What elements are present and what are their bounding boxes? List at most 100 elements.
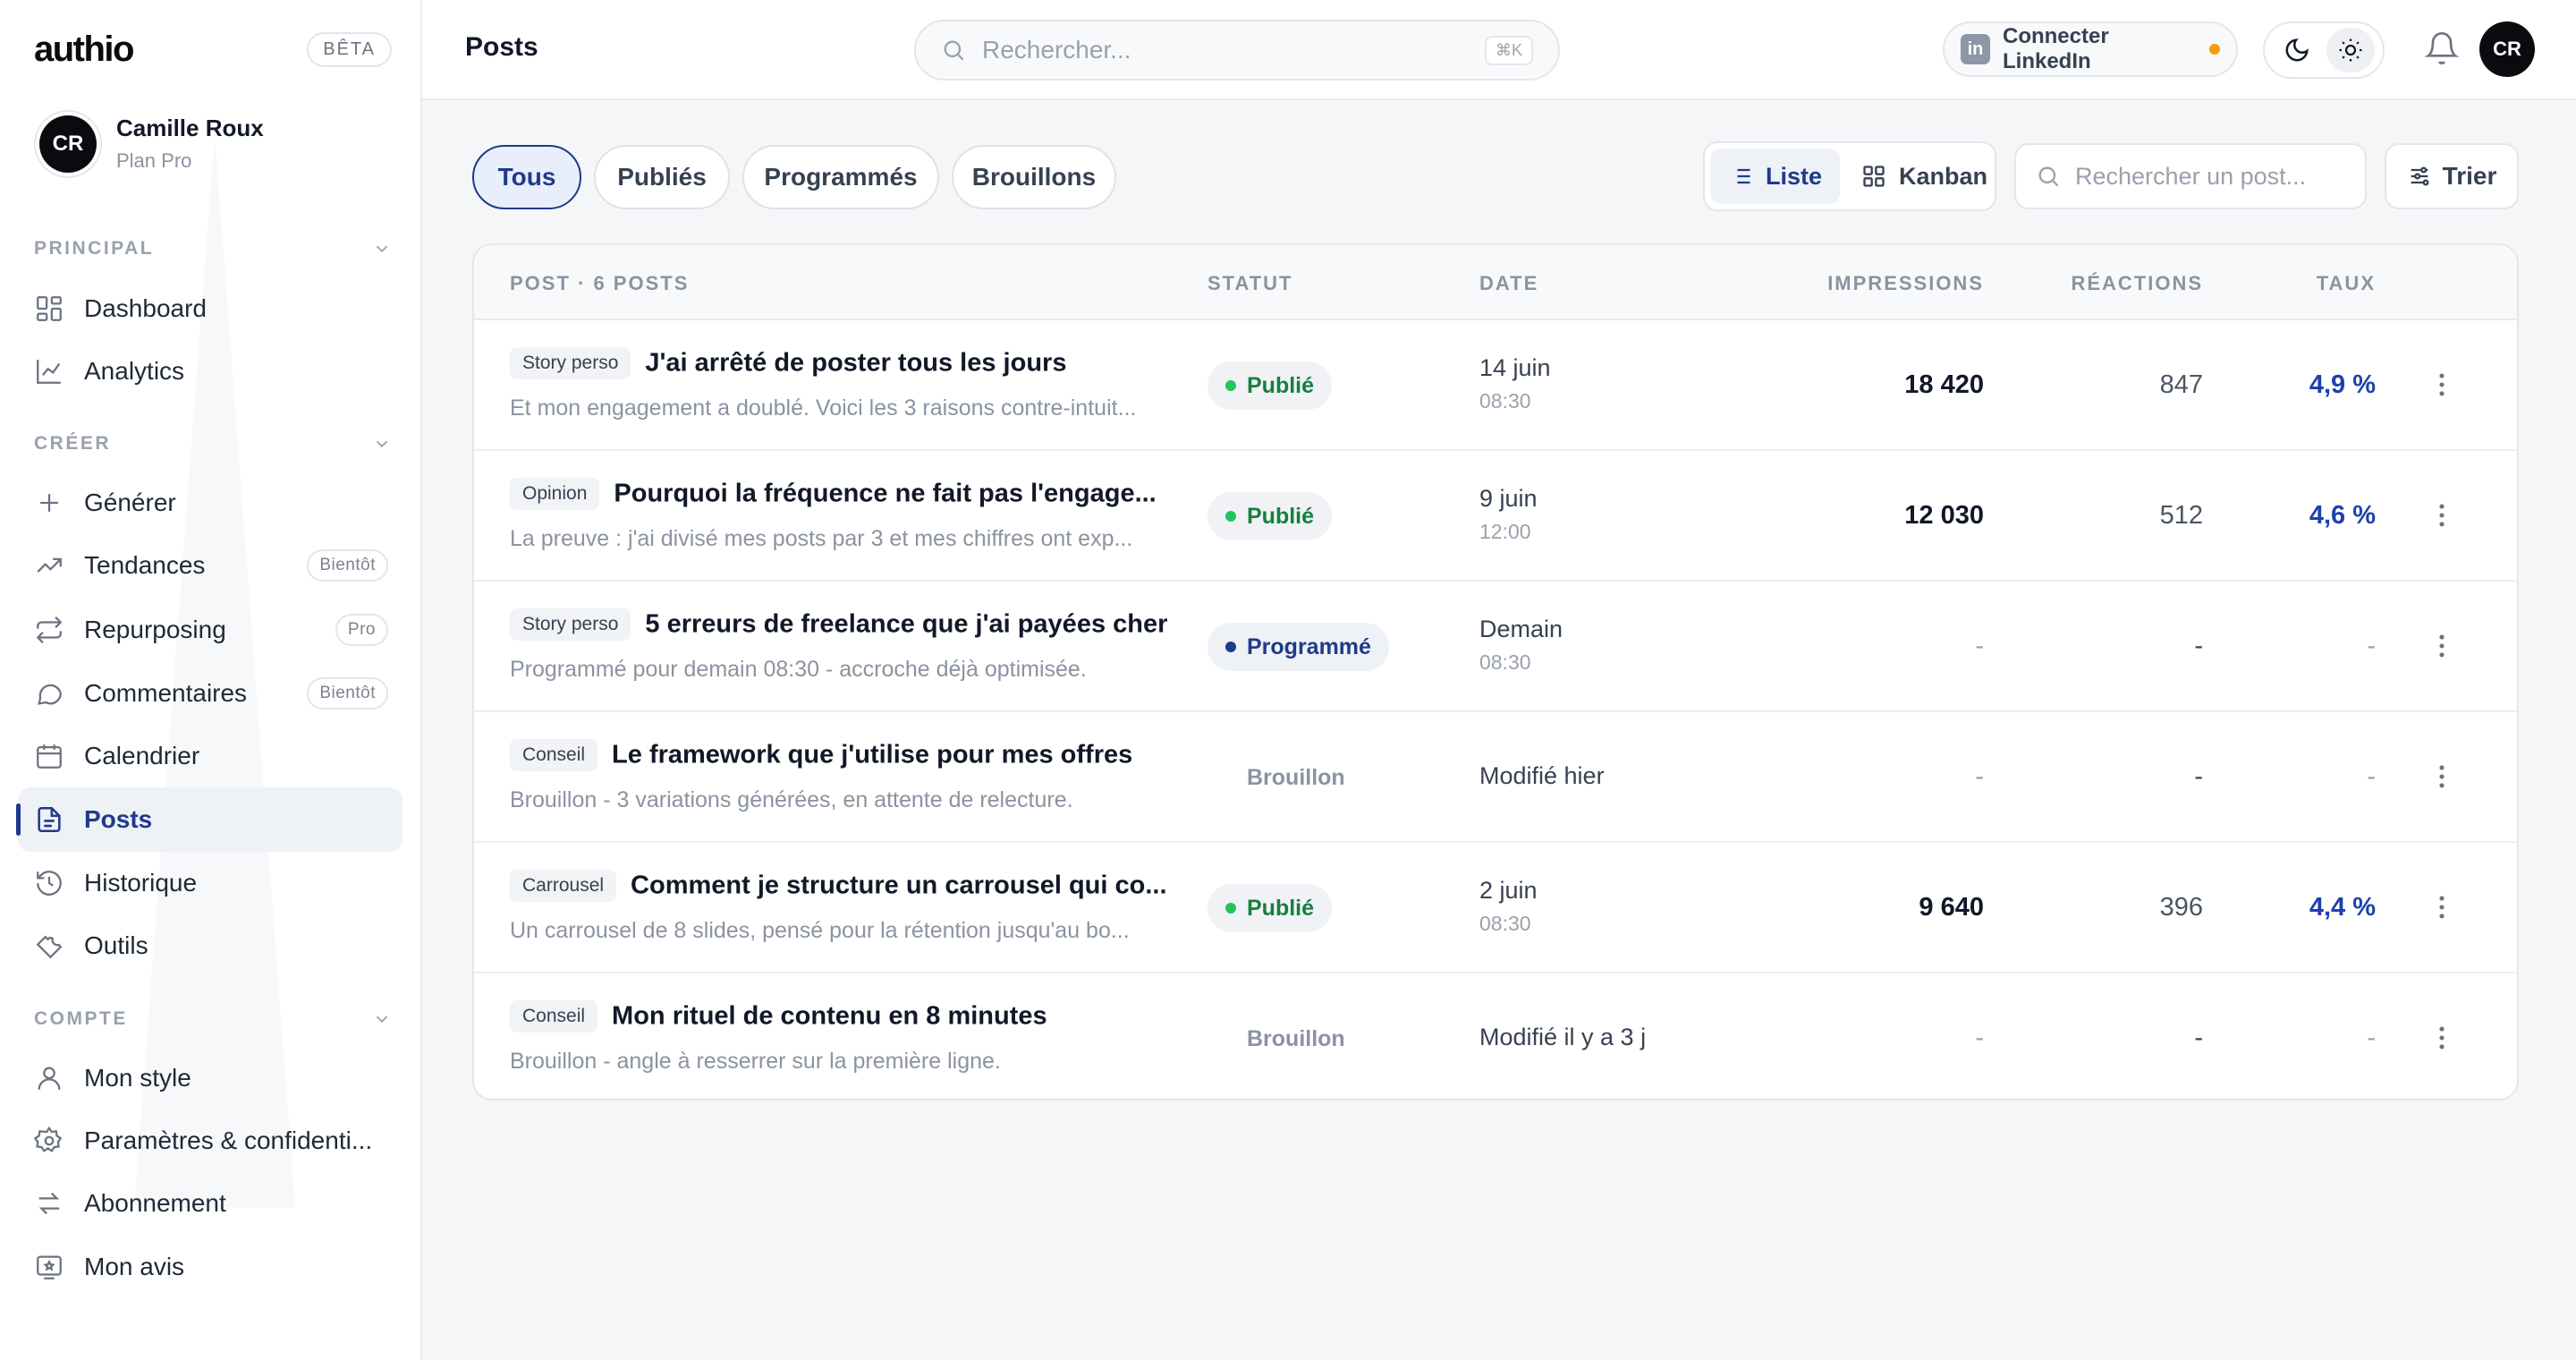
status-dot [1225,380,1236,391]
user-icon [34,1063,64,1093]
row-menu-button[interactable] [2427,892,2457,922]
more-vertical-icon [2439,1026,2445,1050]
sidebar-item-mon-avis[interactable]: Mon avis [18,1235,402,1299]
list-view-button[interactable]: Liste [1710,149,1841,204]
table-row[interactable]: Carrousel Comment je structure un carrous… [474,843,2517,973]
date-time: 08:30 [1479,912,1531,935]
table-row[interactable]: Conseil Mon rituel de contenu en 8 minute… [474,973,2517,1099]
linkedin-icon: in [1961,34,1990,64]
comment-icon [34,678,64,709]
column-impressions[interactable]: IMPRESSIONS [1726,272,1984,295]
column-status[interactable]: STATUT [1208,272,1293,295]
post-title[interactable]: Le framework que j'utilise pour mes offr… [612,741,1132,769]
dark-mode-button[interactable] [2273,28,2321,72]
table-row[interactable]: Story perso J'ai arrêté de poster tous le… [474,320,2517,451]
post-date: Demain 08:30 [1479,616,1563,675]
column-date[interactable]: DATE [1479,272,1538,295]
dashboard-icon [34,293,64,324]
filter-brouillons[interactable]: Brouillons [952,145,1116,209]
filter-publies[interactable]: Publiés [594,145,730,209]
sidebar-item-label: Commentaires [84,679,248,707]
sidebar-item-commentaires[interactable]: Commentaires Bientôt [18,661,402,726]
sidebar-item-label: Générer [84,489,176,516]
profile-card[interactable]: CR Camille Roux Plan Pro [39,115,264,173]
sort-button[interactable]: Trier [2385,143,2519,209]
logo-row: authio BÊTA [34,27,392,72]
status-badge: Brouillon [1208,1015,1385,1063]
user-avatar[interactable]: CR [2479,21,2535,77]
sidebar-item-posts[interactable]: Posts [16,787,402,852]
row-menu-button[interactable] [2427,500,2457,531]
post-search-input[interactable]: Rechercher un post... [2014,143,2367,209]
sidebar-item-parametres[interactable]: Paramètres & confidenti... [18,1109,402,1173]
row-menu-button[interactable] [2427,1023,2457,1053]
date-time: 12:00 [1479,520,1531,543]
notifications-button[interactable] [2424,30,2460,66]
search-input[interactable]: Rechercher... ⌘K [914,20,1560,81]
soon-badge: Bientôt [307,677,388,710]
column-reactions[interactable]: RÉACTIONS [1995,272,2203,295]
row-menu-button[interactable] [2427,370,2457,400]
rate-value: - [2367,632,2376,660]
date-main: Modifié hier [1479,762,1605,789]
sidebar-item-label: Mon avis [84,1253,185,1280]
table-row[interactable]: Opinion Pourquoi la fréquence ne fait pas… [474,451,2517,582]
filter-programmes[interactable]: Programmés [742,145,939,209]
theme-toggle[interactable] [2263,21,2385,79]
section-principal[interactable]: PRINCIPAL [34,235,392,262]
gear-icon [34,1126,64,1156]
sidebar-item-generer[interactable]: Générer [18,471,402,535]
column-rate[interactable]: TAUX [2227,272,2376,295]
kanban-view-button[interactable]: Kanban [1843,149,2005,204]
list-view-label: Liste [1766,162,1823,190]
table-row[interactable]: Story perso 5 erreurs de freelance que j'… [474,582,2517,712]
sun-icon [2339,38,2362,62]
reactions-value: 847 [2159,370,2203,399]
sidebar-item-label: Outils [84,931,148,959]
logo[interactable]: authio [34,30,134,70]
section-creer[interactable]: CRÉER [34,430,392,457]
post-title[interactable]: 5 erreurs de freelance que j'ai payées c… [645,610,1167,639]
table-row[interactable]: Conseil Le framework que j'utilise pour m… [474,712,2517,843]
status-label: Brouillon [1247,764,1345,790]
section-compte[interactable]: COMPTE [34,1006,392,1033]
more-vertical-icon [2439,896,2445,919]
filter-tous[interactable]: Tous [472,145,581,209]
section-title: COMPTE [34,1008,128,1029]
column-post[interactable]: POST · 6 POSTS [510,272,689,295]
sidebar-item-repurposing[interactable]: Repurposing Pro [18,598,402,662]
post-title[interactable]: Comment je structure un carrousel qui co… [631,871,1166,900]
soon-badge: Bientôt [307,549,388,582]
sidebar-item-label: Repurposing [84,616,226,643]
sidebar-item-outils[interactable]: Outils [18,914,402,978]
plus-icon [34,488,64,518]
light-mode-button[interactable] [2326,28,2375,72]
post-search-placeholder: Rechercher un post... [2075,162,2307,190]
sidebar-item-analytics[interactable]: Analytics [18,339,402,404]
feedback-icon [34,1252,64,1282]
status-label: Publié [1247,503,1315,529]
impressions-value: 9 640 [1919,893,1984,922]
reactions-value: - [2194,762,2203,791]
grid-icon [1863,166,1885,187]
sidebar-item-label: Mon style [84,1064,191,1092]
post-excerpt: Et mon engagement a doublé. Voici les 3 … [510,395,1137,421]
status-label: Publié [1247,372,1315,398]
row-menu-button[interactable] [2427,761,2457,792]
sidebar-item-dashboard[interactable]: Dashboard [18,276,402,341]
chevron-down-icon [376,245,388,253]
sidebar-item-calendrier[interactable]: Calendrier [18,724,402,788]
row-menu-button[interactable] [2427,631,2457,661]
sidebar-item-historique[interactable]: Historique [18,851,402,915]
sidebar-item-tendances[interactable]: Tendances Bientôt [18,533,402,598]
connect-linkedin-button[interactable]: in Connecter LinkedIn [1943,21,2238,77]
status-badge: Publié [1208,361,1333,410]
sidebar-item-mon-style[interactable]: Mon style [18,1046,402,1110]
post-title[interactable]: Mon rituel de contenu en 8 minutes [612,1002,1047,1031]
post-title[interactable]: Pourquoi la fréquence ne fait pas l'enga… [614,480,1156,508]
sidebar-item-abonnement[interactable]: Abonnement [18,1171,402,1236]
calendar-icon [34,741,64,771]
sliders-icon [2411,166,2429,186]
sidebar-item-label: Posts [84,805,153,833]
post-title[interactable]: J'ai arrêté de poster tous les jours [645,349,1066,378]
